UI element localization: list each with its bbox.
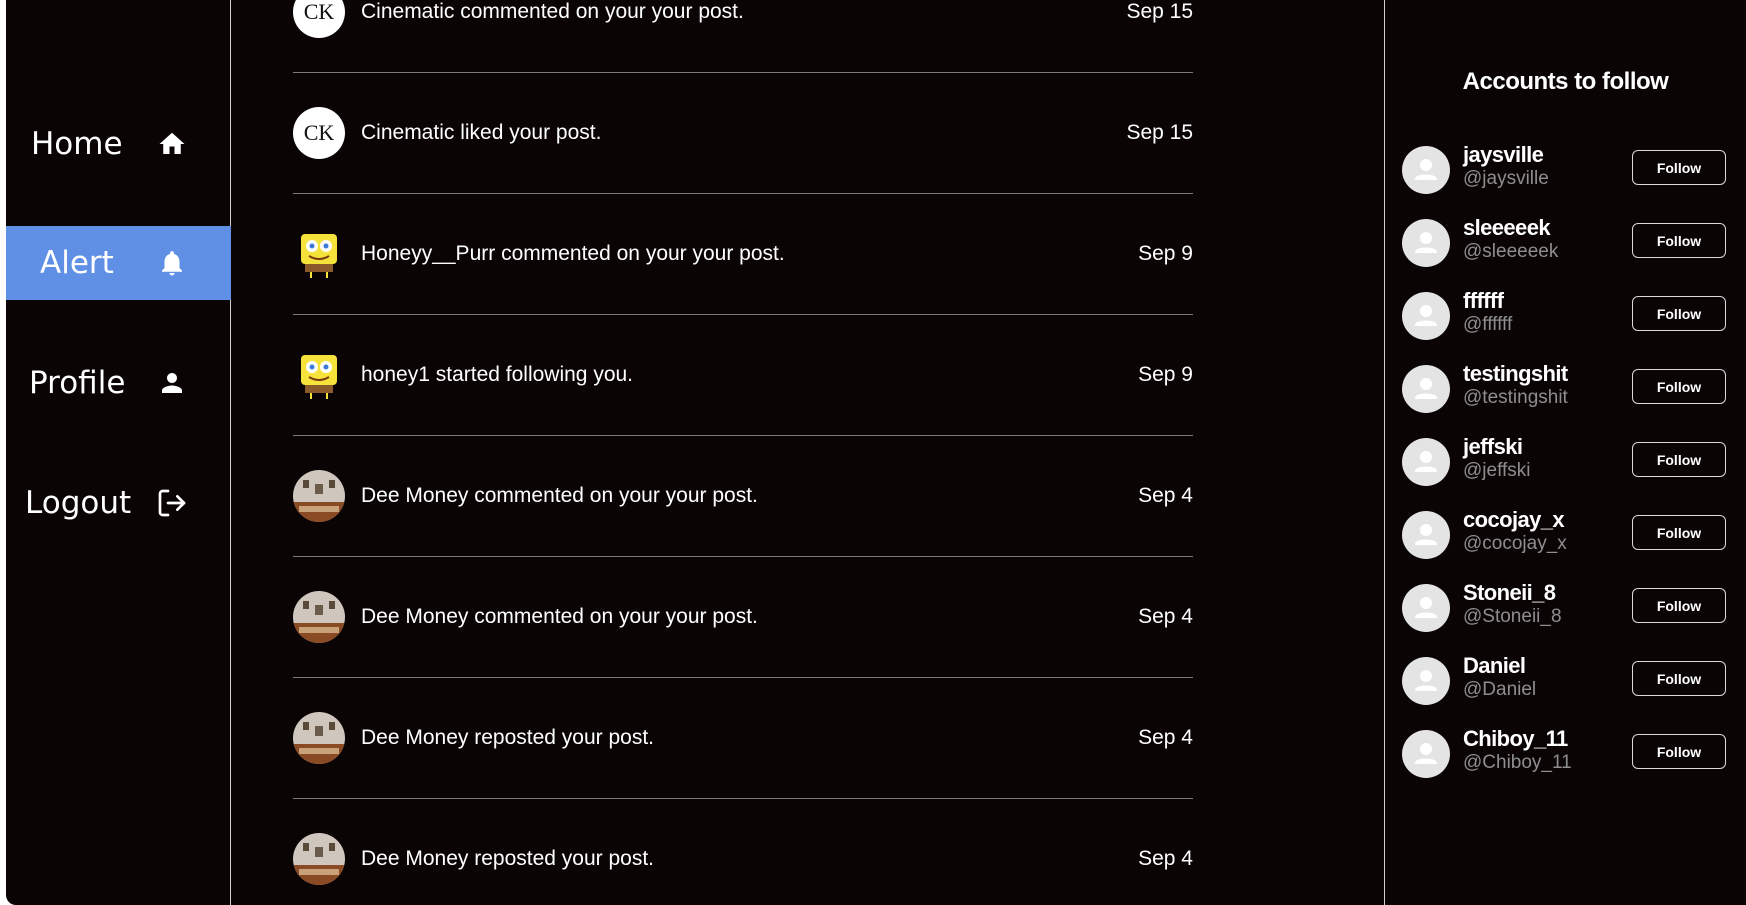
room-photo-avatar [293,711,345,764]
account-name[interactable]: sleeeeek [1463,215,1551,241]
sidebar-item-logout[interactable]: Logout [6,466,231,540]
person-icon [156,367,188,399]
account-item: Stoneii_8 @Stoneii_8 Follow [1402,576,1732,649]
account-handle: @Chiboy_11 [1463,752,1572,773]
sponge-avatar [293,349,345,401]
default-avatar-icon[interactable] [1402,219,1450,267]
follow-button[interactable]: Follow [1632,150,1726,185]
notification-date: Sep 4 [1138,483,1193,507]
notification-text: Honeyy__Purr commented on your your post… [361,241,785,265]
sidebar-item-label: Alert [40,245,114,281]
follow-button[interactable]: Follow [1632,661,1726,696]
notification-date: Sep 4 [1138,725,1193,749]
account-item: cocojay_x @cocojay_x Follow [1402,503,1732,576]
sidebar-item-alert[interactable]: Alert [6,226,231,300]
room-photo-avatar [293,590,345,643]
follow-button[interactable]: Follow [1632,442,1726,477]
notification-text: Dee Money reposted your post. [361,846,654,870]
notification-item[interactable]: Dee Money reposted your post. Sep 4 [293,798,1193,905]
sidebar-item-home[interactable]: Home [6,107,231,181]
account-name[interactable]: jaysville [1463,142,1544,168]
sidebar-item-label: Profile [29,365,126,401]
default-avatar-icon[interactable] [1402,730,1450,778]
notification-date: Sep 9 [1138,241,1193,265]
sidebar-item-label: Home [31,126,123,162]
follow-button[interactable]: Follow [1632,369,1726,404]
account-handle: @Daniel [1463,679,1537,700]
account-name[interactable]: testingshit [1463,361,1568,387]
app-frame: Home Alert Profile Logout CK Cinematic c… [6,0,1746,905]
default-avatar-icon[interactable] [1402,438,1450,486]
account-handle: @cocojay_x [1463,533,1567,554]
follow-button[interactable]: Follow [1632,588,1726,623]
account-name[interactable]: Chiboy_11 [1463,726,1568,752]
notification-item[interactable]: CK Cinematic liked your post. Sep 15 [293,72,1193,194]
notification-text: Cinematic commented on your your post. [361,0,744,23]
sidebar-item-label: Logout [25,485,132,521]
account-item: jaysville @jaysville Follow [1402,138,1732,211]
notification-date: Sep 4 [1138,846,1193,870]
notification-text: Dee Money reposted your post. [361,725,654,749]
notification-text: Dee Money commented on your your post. [361,604,758,628]
notification-item[interactable]: honey1 started following you. Sep 9 [293,314,1193,436]
account-item: testingshit @testingshit Follow [1402,357,1732,430]
svg-text:CK: CK [304,0,335,24]
account-name[interactable]: ffffff [1463,288,1504,314]
account-item: Daniel @Daniel Follow [1402,649,1732,722]
ck-logo-avatar: CK [293,0,345,38]
home-icon [156,128,188,160]
notification-date: Sep 9 [1138,362,1193,386]
account-handle: @jeffski [1463,460,1531,481]
notification-item[interactable]: Honeyy__Purr commented on your your post… [293,193,1193,315]
notification-item[interactable]: Dee Money commented on your your post. S… [293,435,1193,557]
account-handle: @ffffff [1463,314,1513,335]
notification-text: honey1 started following you. [361,362,634,386]
sidebar-item-profile[interactable]: Profile [6,346,231,420]
default-avatar-icon[interactable] [1402,365,1450,413]
follow-button[interactable]: Follow [1632,515,1726,550]
notification-item[interactable]: CK Cinematic commented on your your post… [293,0,1193,73]
logout-icon [156,487,188,519]
svg-text:CK: CK [304,120,335,145]
default-avatar-icon[interactable] [1402,657,1450,705]
notification-item[interactable]: Dee Money reposted your post. Sep 4 [293,677,1193,799]
notification-text: Cinematic liked your post. [361,120,602,144]
account-item: Chiboy_11 @Chiboy_11 Follow [1402,722,1732,795]
notification-date: Sep 15 [1126,0,1193,23]
account-name[interactable]: Stoneii_8 [1463,580,1556,606]
account-item: jeffski @jeffski Follow [1402,430,1732,503]
default-avatar-icon[interactable] [1402,511,1450,559]
panel-title: Accounts to follow [1462,68,1669,95]
follow-button[interactable]: Follow [1632,223,1726,258]
follow-button[interactable]: Follow [1632,734,1726,769]
notification-date: Sep 15 [1126,120,1193,144]
account-item: ffffff @ffffff Follow [1402,284,1732,357]
account-name[interactable]: cocojay_x [1463,507,1565,533]
account-name[interactable]: jeffski [1463,434,1523,460]
notification-item[interactable]: Dee Money commented on your your post. S… [293,556,1193,678]
sidebar: Home Alert Profile Logout [6,0,231,905]
sponge-avatar [293,228,345,280]
account-name[interactable]: Daniel [1463,653,1526,679]
notification-date: Sep 4 [1138,604,1193,628]
account-handle: @Stoneii_8 [1463,606,1562,627]
room-photo-avatar [293,469,345,522]
default-avatar-icon[interactable] [1402,146,1450,194]
bell-icon [156,247,188,279]
notifications-feed: CK Cinematic commented on your your post… [231,0,1385,905]
default-avatar-icon[interactable] [1402,584,1450,632]
notification-text: Dee Money commented on your your post. [361,483,758,507]
default-avatar-icon[interactable] [1402,292,1450,340]
account-handle: @testingshit [1463,387,1568,408]
follow-button[interactable]: Follow [1632,296,1726,331]
accounts-panel: Accounts to follow jaysville @jaysville … [1385,0,1746,905]
ck-logo-avatar: CK [293,106,345,159]
room-photo-avatar [293,832,345,885]
account-handle: @jaysville [1463,168,1549,189]
account-handle: @sleeeeek [1463,241,1559,262]
account-item: sleeeeek @sleeeeek Follow [1402,211,1732,284]
